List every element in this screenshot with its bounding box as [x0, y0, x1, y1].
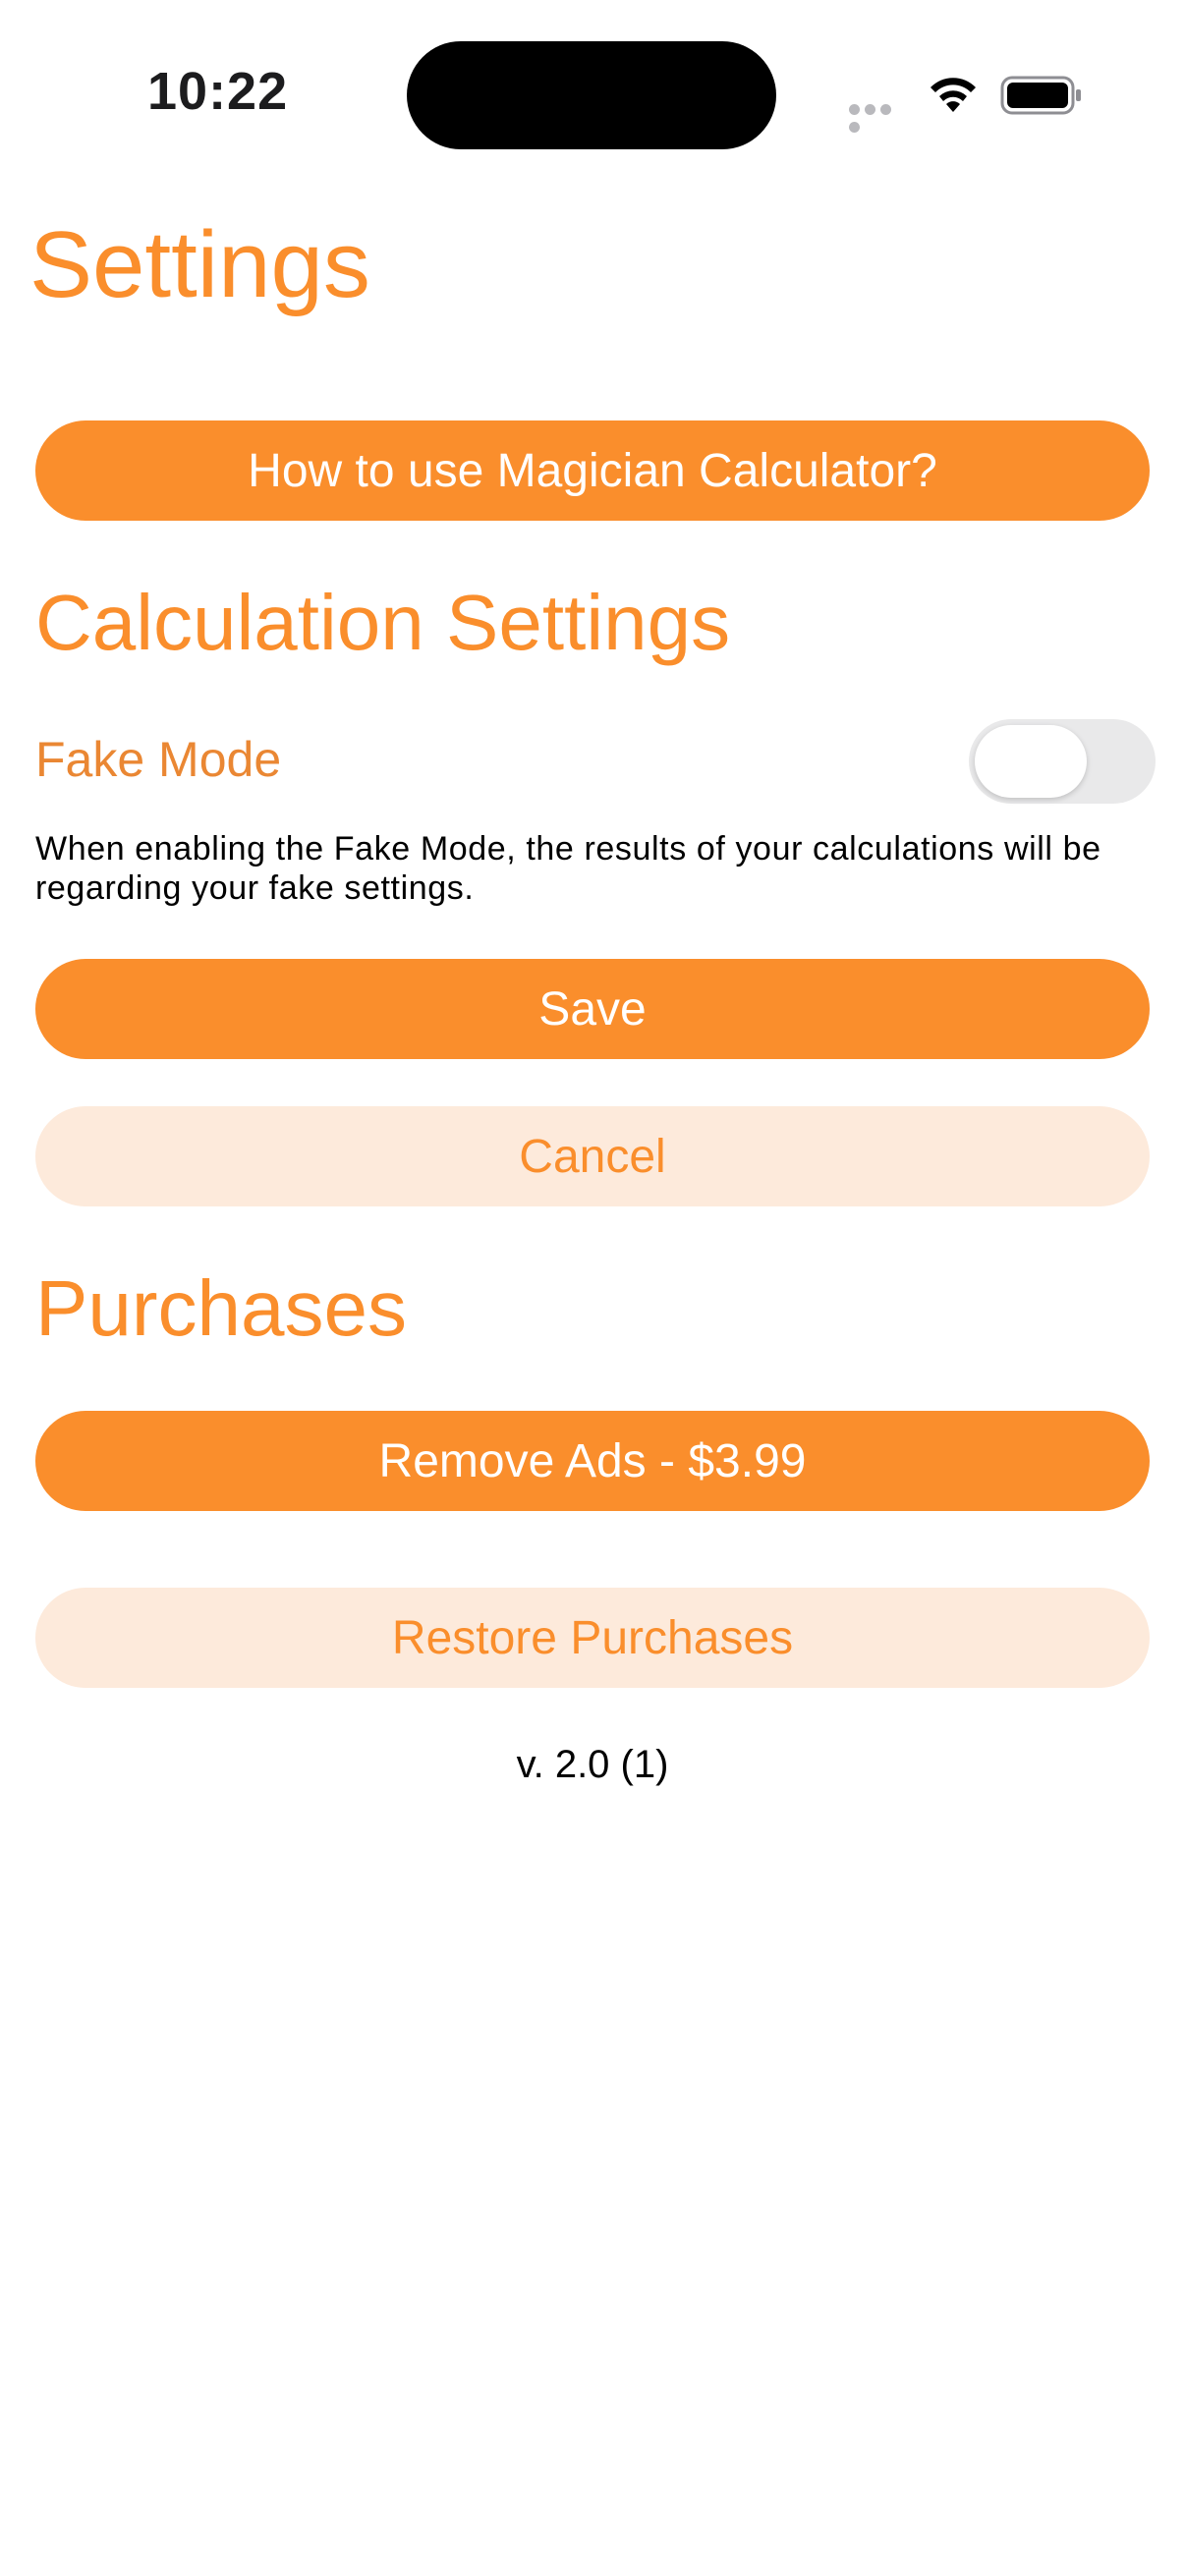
save-button[interactable]: Save — [35, 959, 1150, 1059]
purchases-heading: Purchases — [35, 1264, 407, 1352]
version-label: v. 2.0 (1) — [516, 1743, 669, 1786]
battery-icon — [1000, 76, 1081, 115]
calculation-settings-heading: Calculation Settings — [35, 579, 731, 666]
remove-ads-button[interactable]: Remove Ads - $3.99 — [35, 1411, 1150, 1511]
restore-purchases-button[interactable]: Restore Purchases — [35, 1588, 1150, 1688]
fake-mode-label: Fake Mode — [35, 732, 282, 787]
status-time: 10:22 — [147, 62, 289, 121]
how-to-use-button[interactable]: How to use Magician Calculator? — [35, 420, 1150, 521]
cellular-signal-icon — [849, 102, 910, 133]
dynamic-island — [407, 41, 776, 149]
fake-mode-toggle[interactable] — [969, 719, 1156, 804]
cancel-button[interactable]: Cancel — [35, 1106, 1150, 1206]
fake-mode-description: When enabling the Fake Mode, the results… — [35, 830, 1101, 907]
toggle-knob — [975, 725, 1087, 798]
wifi-icon — [931, 78, 976, 112]
page-title: Settings — [29, 212, 370, 317]
